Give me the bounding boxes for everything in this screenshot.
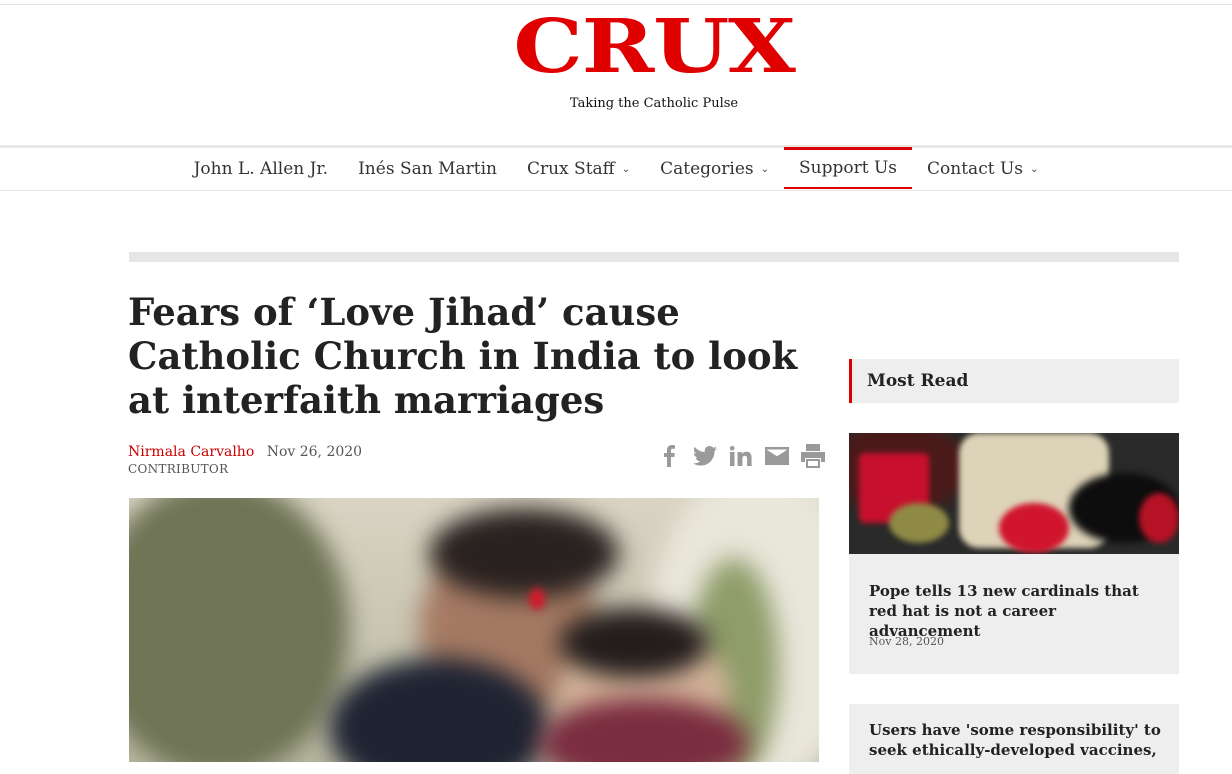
share-bar — [656, 440, 826, 472]
nav-item-ines-san-martin[interactable]: Inés San Martin — [343, 148, 512, 190]
nav-item-label: John L. Allen Jr. — [193, 159, 329, 179]
author-link[interactable]: Nirmala Carvalho — [128, 444, 254, 460]
nav-item-john-allen[interactable]: John L. Allen Jr. — [179, 148, 344, 190]
ad-placeholder-bar — [129, 252, 1179, 262]
facebook-icon[interactable] — [656, 440, 682, 472]
nav-item-categories[interactable]: Categories ⌄ — [645, 148, 784, 190]
site-logo[interactable]: CRUX — [513, 4, 795, 90]
nav-item-label: Contact Us — [927, 159, 1023, 179]
most-read-card[interactable]: Pope tells 13 new cardinals that red hat… — [849, 433, 1179, 674]
main-nav: John L. Allen Jr. Inés San Martin Crux S… — [0, 146, 1232, 190]
chevron-down-icon: ⌄ — [621, 163, 631, 175]
card-date: Nov 28, 2020 — [869, 635, 944, 648]
email-icon[interactable] — [764, 440, 790, 472]
nav-item-label: Support Us — [799, 158, 898, 178]
article-hero-image — [129, 498, 819, 762]
nav-item-label: Inés San Martin — [358, 159, 497, 179]
site-tagline: Taking the Catholic Pulse — [569, 96, 739, 111]
article-byline: Nirmala Carvalho Nov 26, 2020 — [128, 444, 362, 460]
card-image[interactable] — [849, 433, 1179, 554]
card-title[interactable]: Pope tells 13 new cardinals that red hat… — [869, 581, 1164, 641]
nav-item-label: Categories — [660, 159, 754, 179]
article-title: Fears of ‘Love Jihad’ cause Catholic Chu… — [128, 290, 798, 422]
chevron-down-icon: ⌄ — [1030, 163, 1039, 175]
most-read-heading: Most Read — [849, 359, 1179, 403]
print-icon[interactable] — [800, 440, 826, 472]
card-title[interactable]: Users have 'some responsibility' to seek… — [869, 720, 1164, 760]
nav-item-contact-us[interactable]: Contact Us ⌄ — [912, 148, 1053, 190]
nav-item-crux-staff[interactable]: Crux Staff ⌄ — [512, 148, 645, 190]
author-role: CONTRIBUTOR — [128, 462, 229, 476]
logo-wordmark[interactable]: CRUX — [494, 4, 815, 90]
nav-bottom-border — [0, 190, 1232, 191]
twitter-icon[interactable] — [692, 440, 718, 472]
nav-item-label: Crux Staff — [526, 159, 615, 179]
linkedin-icon[interactable] — [728, 440, 754, 472]
most-read-card[interactable]: Users have 'some responsibility' to seek… — [849, 704, 1179, 774]
article-date: Nov 26, 2020 — [266, 444, 363, 460]
nav-item-support-us[interactable]: Support Us — [784, 146, 913, 189]
chevron-down-icon: ⌄ — [760, 163, 770, 175]
